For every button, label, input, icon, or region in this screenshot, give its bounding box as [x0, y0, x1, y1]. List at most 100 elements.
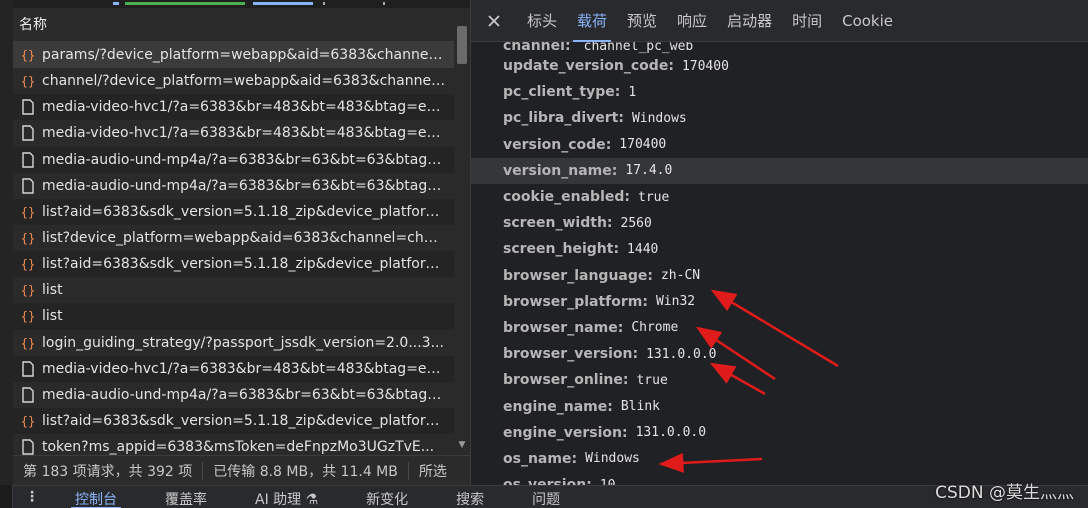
document-icon	[19, 125, 37, 142]
request-row[interactable]: media-audio-und-mp4a/?a=6383&br=63&bt=63…	[13, 146, 454, 173]
request-row[interactable]: {} channel/?device_platform=webapp&aid=63…	[13, 68, 454, 95]
payload-row[interactable]: version_name:17.4.0	[471, 157, 1088, 184]
payload-key: screen_width	[503, 215, 607, 232]
tab-0[interactable]: 标头	[517, 0, 567, 42]
payload-colon: :	[606, 215, 613, 232]
payload-key: pc_libra_divert	[503, 110, 619, 127]
request-row[interactable]: media-video-hvc1/?a=6383&br=483&bt=483&b…	[13, 355, 454, 382]
payload-row[interactable]: browser_online: true	[471, 367, 1088, 393]
request-row[interactable]: {} list?device_platform=webapp&aid=6383&c…	[13, 224, 454, 252]
request-row[interactable]: media-video-hvc1/?a=6383&br=483&bt=483&b…	[13, 94, 454, 121]
request-row[interactable]: {} list?aid=6383&sdk_version=5.1.18_zip&d…	[13, 251, 454, 278]
tab-1[interactable]: 载荷	[567, 0, 617, 42]
payload-row[interactable]: browser_version:131.0.0.0	[471, 341, 1088, 367]
drawer-tab-0[interactable]: 控制台	[51, 486, 141, 508]
request-row[interactable]: {} list	[13, 277, 454, 304]
tab-4[interactable]: 启动器	[717, 0, 782, 42]
request-row[interactable]: token?ms_appid=6383&msToken=deFnpzMo3UGz…	[13, 434, 454, 455]
payload-colon: :	[607, 398, 613, 415]
request-count: 第 183 项请求，共 392 项	[23, 463, 193, 480]
payload-value: 170400	[619, 137, 667, 153]
tab-2[interactable]: 预览	[617, 0, 667, 42]
payload-key: browser_version	[503, 346, 633, 363]
json-icon: {}	[19, 308, 37, 324]
payload-row[interactable]: os_name: Windows	[471, 446, 1088, 472]
json-icon: {}	[19, 73, 37, 89]
svg-text:{}: {}	[21, 258, 35, 272]
svg-text:{}: {}	[21, 310, 35, 324]
payload-view[interactable]: channel: channel_pc_web update_version_c…	[471, 42, 1088, 485]
payload-key: engine_version	[503, 424, 622, 441]
drawer-tab-1[interactable]: 覆盖率	[141, 486, 231, 508]
payload-value: 1440	[627, 241, 659, 257]
request-name: list?aid=6383&sdk_version=5.1.18_zip&dev…	[42, 203, 454, 220]
request-row[interactable]: {} params/?device_platform=webapp&aid=638…	[13, 42, 454, 69]
drawer-tab-2[interactable]: AI 助理 ⚗	[231, 486, 342, 508]
payload-row[interactable]: cookie_enabled: true	[471, 184, 1088, 210]
payload-key: pc_client_type	[503, 84, 615, 101]
payload-colon: :	[622, 372, 629, 389]
payload-colon: :	[611, 162, 618, 179]
request-name: media-audio-und-mp4a/?a=6383&br=63&bt=63…	[42, 386, 454, 403]
request-name: media-video-hvc1/?a=6383&br=483&bt=483&b…	[42, 125, 454, 142]
close-icon[interactable]	[471, 0, 517, 42]
request-row[interactable]: media-audio-und-mp4a/?a=6383&br=63&bt=63…	[13, 381, 454, 408]
timeline-overview[interactable]	[13, 0, 470, 8]
tab-6[interactable]: Cookie	[832, 0, 903, 42]
request-row[interactable]: {} login_guiding_strategy/?passport_jssdk…	[13, 329, 454, 356]
request-row[interactable]: {} list?aid=6383&sdk_version=5.1.18_zip&d…	[13, 198, 454, 225]
payload-colon: :	[617, 319, 624, 336]
document-icon	[19, 99, 37, 116]
document-icon	[19, 178, 37, 194]
request-list-scrollbar[interactable]: ▼	[454, 8, 470, 455]
request-row[interactable]: {} list?aid=6383&sdk_version=5.1.18_zip&d…	[13, 407, 454, 435]
payload-row[interactable]: engine_name: Blink	[471, 393, 1088, 419]
svg-text:{}: {}	[21, 284, 35, 298]
tab-5[interactable]: 时间	[782, 0, 832, 42]
tab-3[interactable]: 响应	[667, 0, 717, 42]
payload-row[interactable]: browser_name: Chrome	[471, 315, 1088, 341]
request-name: media-audio-und-mp4a/?a=6383&br=63&bt=63…	[42, 151, 454, 168]
json-icon: {}	[19, 282, 37, 298]
drawer-tab-5[interactable]: 问题	[508, 486, 584, 508]
name-column-header[interactable]: 名称	[13, 8, 454, 42]
json-icon: {}	[19, 256, 37, 272]
payload-value: 131.0.0.0	[646, 346, 717, 362]
payload-value: 1	[628, 84, 637, 100]
payload-key: version_code	[503, 136, 606, 153]
payload-row[interactable]: screen_width:2560	[471, 210, 1088, 236]
request-name: login_guiding_strategy/?passport_jssdk_v…	[42, 334, 444, 351]
drawer-tab-4[interactable]: 搜索	[432, 486, 508, 508]
document-icon	[19, 439, 37, 455]
request-name: media-audio-und-mp4a/?a=6383&br=63&bt=63…	[42, 177, 454, 194]
more-vert-icon[interactable]: ⋮	[13, 489, 51, 505]
payload-colon: :	[622, 424, 628, 441]
scroll-down-icon[interactable]: ▼	[457, 440, 467, 450]
request-name: list	[42, 282, 63, 299]
transfer-size: 已传输 8.8 MB，共 11.4 MB	[213, 463, 398, 480]
payload-colon: :	[647, 267, 653, 284]
payload-colon: :	[586, 477, 592, 485]
svg-text:{}: {}	[21, 336, 35, 350]
payload-value: 170400	[681, 58, 729, 74]
payload-value: true	[636, 372, 668, 388]
payload-key: os_version	[503, 477, 586, 485]
payload-row[interactable]: pc_libra_divert: Windows	[471, 105, 1088, 131]
payload-row[interactable]: version_code:170400	[471, 132, 1088, 158]
request-list[interactable]: {} params/?device_platform=webapp&aid=638…	[13, 42, 454, 455]
payload-row[interactable]: engine_version:131.0.0.0	[471, 420, 1088, 446]
payload-row[interactable]: update_version_code:170400	[471, 53, 1088, 79]
payload-row[interactable]: browser_language: zh-CN	[471, 263, 1088, 289]
scrollbar-thumb[interactable]	[457, 26, 467, 64]
payload-row[interactable]: pc_client_type:1	[471, 79, 1088, 105]
payload-row[interactable]: browser_platform: Win32	[471, 289, 1088, 315]
payload-value: 131.0.0.0	[635, 425, 707, 441]
request-row[interactable]: media-video-hvc1/?a=6383&br=483&bt=483&b…	[13, 120, 454, 147]
svg-text:{}: {}	[21, 232, 35, 246]
payload-key: browser_online	[503, 372, 623, 389]
request-row[interactable]: media-audio-und-mp4a/?a=6383&br=63&bt=63…	[13, 172, 454, 199]
drawer-tab-3[interactable]: 新变化	[342, 486, 432, 508]
document-icon	[19, 387, 37, 403]
payload-row[interactable]: screen_height:1440	[471, 236, 1088, 262]
request-row[interactable]: {} list	[13, 303, 454, 330]
